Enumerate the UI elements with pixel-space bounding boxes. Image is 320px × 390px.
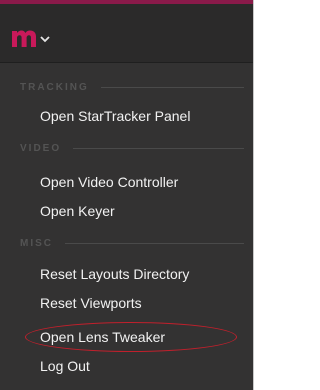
section-label-tracking: TRACKING (20, 81, 89, 93)
section-header-tracking: TRACKING (20, 80, 244, 94)
menu-item-reset-layouts-directory[interactable]: Reset Layouts Directory (40, 263, 189, 285)
menu-item-log-out[interactable]: Log Out (40, 355, 90, 377)
section-header-video: VIDEO (20, 141, 244, 155)
section-label-misc: MISC (20, 237, 53, 249)
menu-item-open-startracker-panel[interactable]: Open StarTracker Panel (40, 105, 190, 127)
section-divider (100, 86, 244, 88)
menu-item-open-keyer[interactable]: Open Keyer (40, 200, 115, 222)
menu-header (0, 4, 253, 63)
app-menu-toggle[interactable] (12, 24, 50, 52)
chevron-down-icon (40, 35, 50, 43)
section-label-video: VIDEO (20, 142, 62, 154)
menu-item-reset-viewports[interactable]: Reset Viewports (40, 292, 142, 314)
menu-item-open-lens-tweaker[interactable]: Open Lens Tweaker (40, 326, 165, 348)
section-divider (73, 147, 244, 149)
m-logo-icon (12, 29, 36, 47)
menu-item-open-video-controller[interactable]: Open Video Controller (40, 171, 178, 193)
section-header-misc: MISC (20, 236, 244, 250)
section-divider (65, 242, 244, 244)
app-menu-panel: TRACKING Open StarTracker Panel VIDEO Op… (0, 0, 254, 390)
